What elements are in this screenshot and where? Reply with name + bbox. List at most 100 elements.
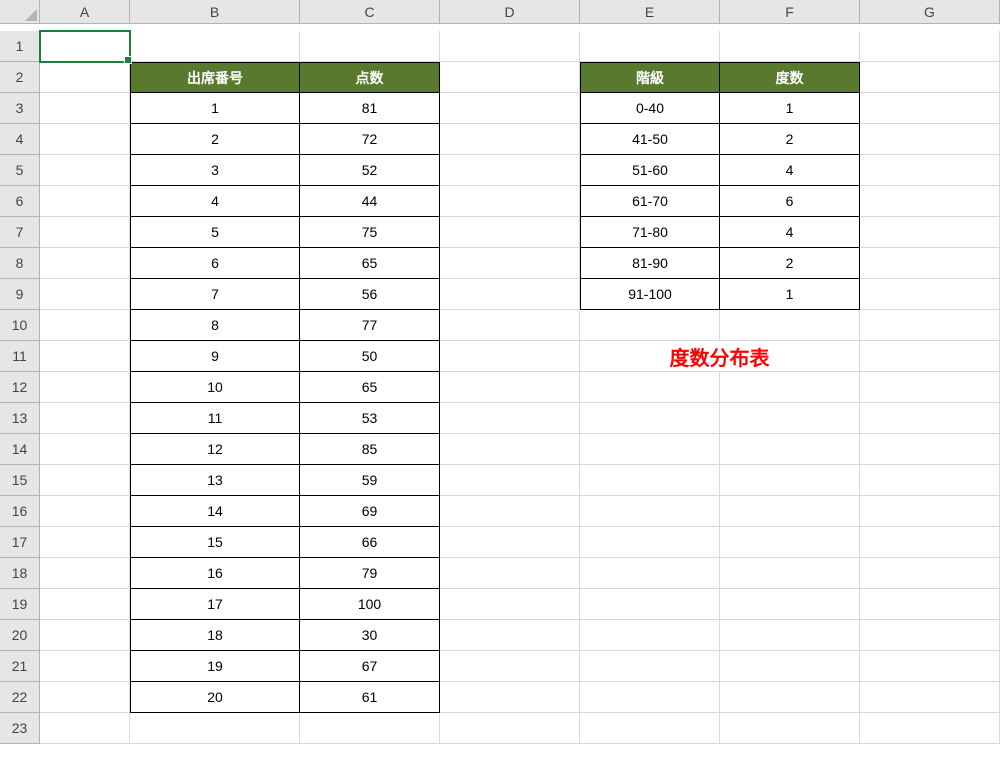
cell-D19[interactable] xyxy=(440,589,580,620)
cell-G1[interactable] xyxy=(860,31,1000,62)
column-header-C[interactable]: C xyxy=(300,0,440,24)
cell-D15[interactable] xyxy=(440,465,580,496)
cell-C10[interactable]: 77 xyxy=(300,310,440,341)
cell-C19[interactable]: 100 xyxy=(300,589,440,620)
cell-F6[interactable]: 6 xyxy=(720,186,860,217)
row-header-8[interactable]: 8 xyxy=(0,248,40,279)
cell-G19[interactable] xyxy=(860,589,1000,620)
cell-G14[interactable] xyxy=(860,434,1000,465)
cell-D6[interactable] xyxy=(440,186,580,217)
cell-E23[interactable] xyxy=(580,713,720,744)
cell-E14[interactable] xyxy=(580,434,720,465)
cell-A7[interactable] xyxy=(40,217,130,248)
column-header-D[interactable]: D xyxy=(440,0,580,24)
cell-B23[interactable] xyxy=(130,713,300,744)
cell-E16[interactable] xyxy=(580,496,720,527)
cell-C18[interactable]: 79 xyxy=(300,558,440,589)
cell-F17[interactable] xyxy=(720,527,860,558)
cell-C1[interactable] xyxy=(300,31,440,62)
cell-A3[interactable] xyxy=(40,93,130,124)
row-header-16[interactable]: 16 xyxy=(0,496,40,527)
column-header-F[interactable]: F xyxy=(720,0,860,24)
row-header-1[interactable]: 1 xyxy=(0,31,40,62)
cell-G9[interactable] xyxy=(860,279,1000,310)
row-header-6[interactable]: 6 xyxy=(0,186,40,217)
cell-B10[interactable]: 8 xyxy=(130,310,300,341)
cell-B13[interactable]: 11 xyxy=(130,403,300,434)
cell-C14[interactable]: 85 xyxy=(300,434,440,465)
cell-C4[interactable]: 72 xyxy=(300,124,440,155)
cell-C23[interactable] xyxy=(300,713,440,744)
cell-E12[interactable] xyxy=(580,372,720,403)
cell-D3[interactable] xyxy=(440,93,580,124)
cell-B3[interactable]: 1 xyxy=(130,93,300,124)
cell-F1[interactable] xyxy=(720,31,860,62)
cell-B1[interactable] xyxy=(130,31,300,62)
cell-G11[interactable] xyxy=(860,341,1000,372)
cell-F13[interactable] xyxy=(720,403,860,434)
cell-B18[interactable]: 16 xyxy=(130,558,300,589)
cell-E19[interactable] xyxy=(580,589,720,620)
cell-B21[interactable]: 19 xyxy=(130,651,300,682)
cell-G16[interactable] xyxy=(860,496,1000,527)
row-header-3[interactable]: 3 xyxy=(0,93,40,124)
cell-G21[interactable] xyxy=(860,651,1000,682)
cell-C12[interactable]: 65 xyxy=(300,372,440,403)
cell-A19[interactable] xyxy=(40,589,130,620)
cell-A12[interactable] xyxy=(40,372,130,403)
cell-G10[interactable] xyxy=(860,310,1000,341)
cell-G17[interactable] xyxy=(860,527,1000,558)
cell-E9[interactable]: 91-100 xyxy=(580,279,720,310)
cell-F22[interactable] xyxy=(720,682,860,713)
cell-D12[interactable] xyxy=(440,372,580,403)
cell-B20[interactable]: 18 xyxy=(130,620,300,651)
cell-G23[interactable] xyxy=(860,713,1000,744)
cell-A14[interactable] xyxy=(40,434,130,465)
cell-D18[interactable] xyxy=(440,558,580,589)
row-header-9[interactable]: 9 xyxy=(0,279,40,310)
cell-F3[interactable]: 1 xyxy=(720,93,860,124)
cell-C17[interactable]: 66 xyxy=(300,527,440,558)
row-header-7[interactable]: 7 xyxy=(0,217,40,248)
cell-D11[interactable] xyxy=(440,341,580,372)
cell-A1[interactable] xyxy=(40,31,130,62)
cell-D13[interactable] xyxy=(440,403,580,434)
cell-A22[interactable] xyxy=(40,682,130,713)
cell-E5[interactable]: 51-60 xyxy=(580,155,720,186)
cell-C9[interactable]: 56 xyxy=(300,279,440,310)
cell-G2[interactable] xyxy=(860,62,1000,93)
cell-C21[interactable]: 67 xyxy=(300,651,440,682)
cell-D16[interactable] xyxy=(440,496,580,527)
cell-F4[interactable]: 2 xyxy=(720,124,860,155)
column-header-G[interactable]: G xyxy=(860,0,1000,24)
cell-F19[interactable] xyxy=(720,589,860,620)
cell-D9[interactable] xyxy=(440,279,580,310)
cell-B19[interactable]: 17 xyxy=(130,589,300,620)
cell-B16[interactable]: 14 xyxy=(130,496,300,527)
cell-F18[interactable] xyxy=(720,558,860,589)
cell-D20[interactable] xyxy=(440,620,580,651)
cell-B4[interactable]: 2 xyxy=(130,124,300,155)
cell-F8[interactable]: 2 xyxy=(720,248,860,279)
cell-A17[interactable] xyxy=(40,527,130,558)
cell-G18[interactable] xyxy=(860,558,1000,589)
cell-A2[interactable] xyxy=(40,62,130,93)
cell-C7[interactable]: 75 xyxy=(300,217,440,248)
row-header-15[interactable]: 15 xyxy=(0,465,40,496)
cell-A18[interactable] xyxy=(40,558,130,589)
cell-F20[interactable] xyxy=(720,620,860,651)
row-header-13[interactable]: 13 xyxy=(0,403,40,434)
cell-B5[interactable]: 3 xyxy=(130,155,300,186)
cell-E18[interactable] xyxy=(580,558,720,589)
cell-G3[interactable] xyxy=(860,93,1000,124)
cell-E21[interactable] xyxy=(580,651,720,682)
cell-C13[interactable]: 53 xyxy=(300,403,440,434)
cell-E1[interactable] xyxy=(580,31,720,62)
cell-F7[interactable]: 4 xyxy=(720,217,860,248)
cell-D5[interactable] xyxy=(440,155,580,186)
cell-A4[interactable] xyxy=(40,124,130,155)
cell-A10[interactable] xyxy=(40,310,130,341)
cell-E17[interactable] xyxy=(580,527,720,558)
cell-F15[interactable] xyxy=(720,465,860,496)
cell-D4[interactable] xyxy=(440,124,580,155)
